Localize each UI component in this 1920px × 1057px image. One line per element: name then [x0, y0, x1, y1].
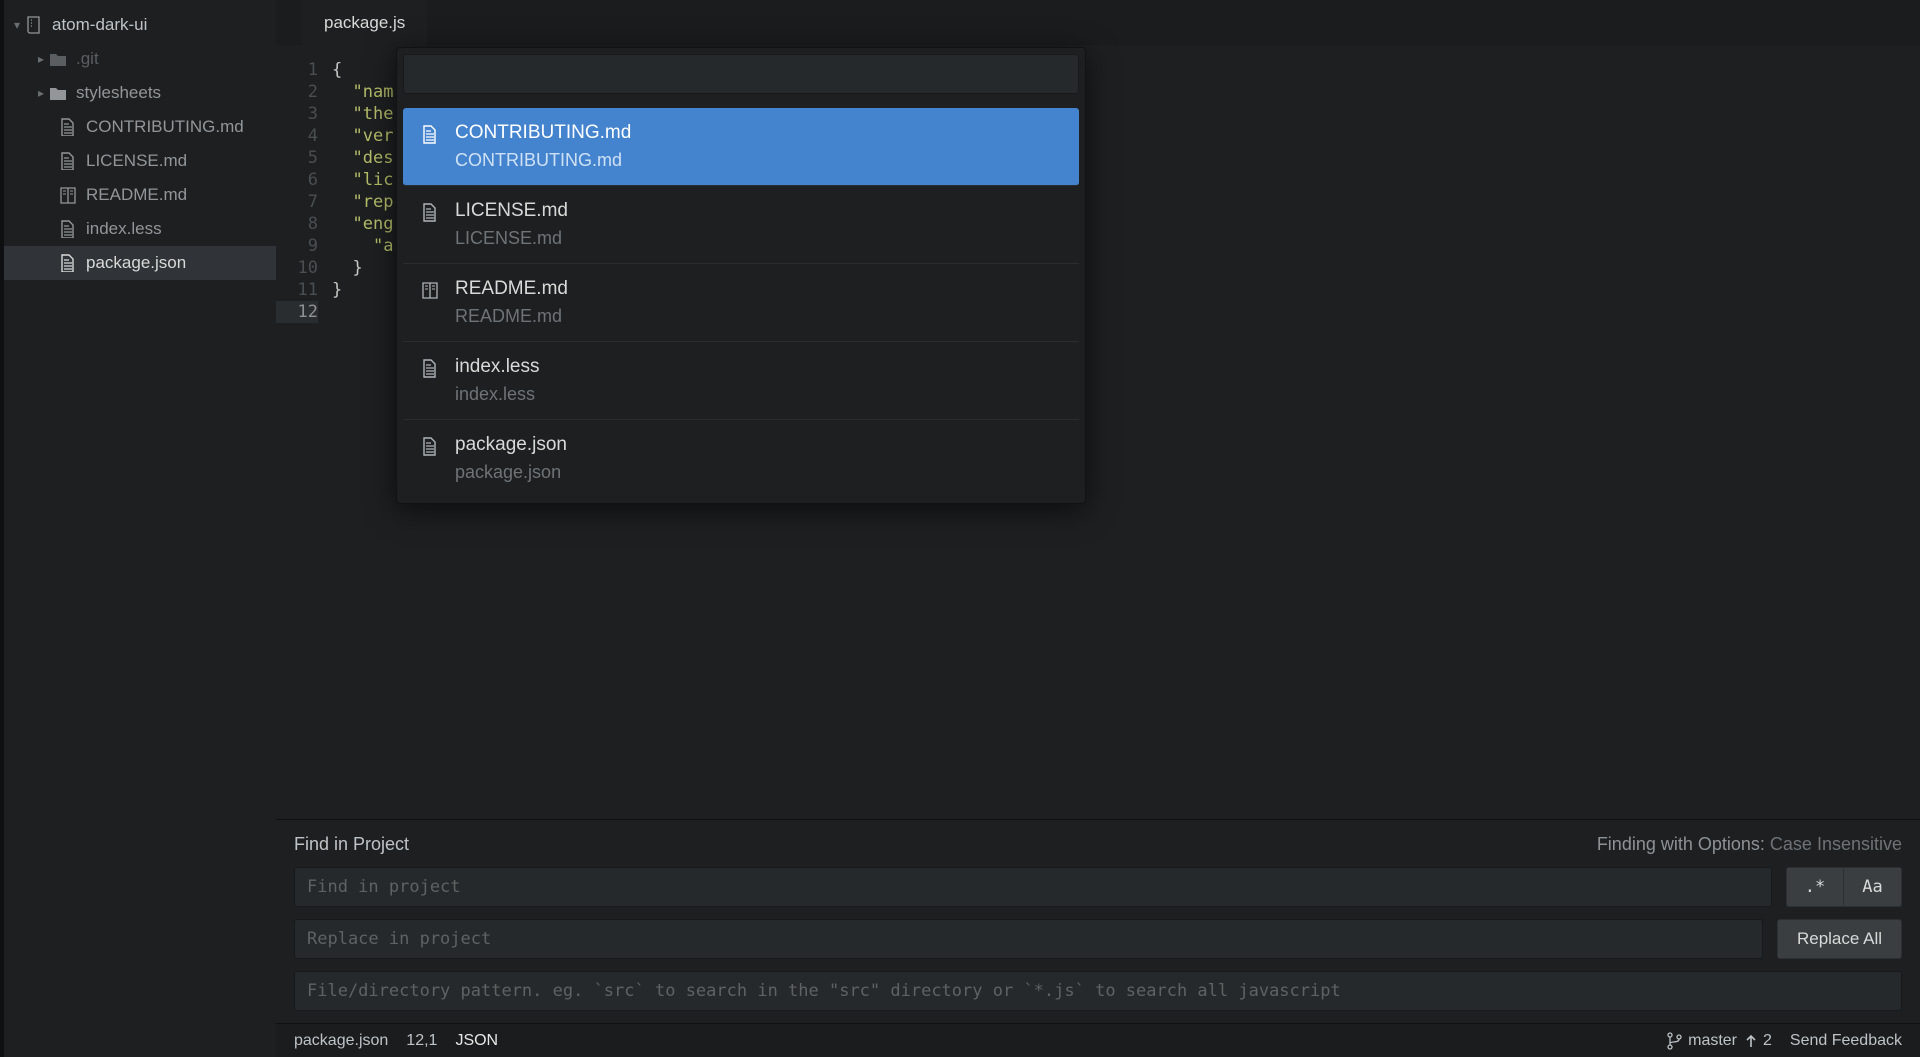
send-feedback-link[interactable]: Send Feedback: [1790, 1032, 1902, 1050]
fuzzy-finder: CONTRIBUTING.md CONTRIBUTING.md LICENSE.md…: [396, 47, 1086, 504]
fuzzy-item-path: LICENSE.md: [455, 228, 568, 249]
line-number: 12: [276, 301, 318, 323]
line-number: 10: [276, 257, 318, 279]
tree-file-label: CONTRIBUTING.md: [86, 117, 244, 137]
repo-icon: [24, 16, 44, 34]
git-branch-name: master: [1688, 1032, 1737, 1050]
tree-folder-stylesheets[interactable]: ▸ stylesheets: [0, 76, 276, 110]
editor-pane: package.js 123456789101112 { "nam "the "…: [276, 0, 1920, 1057]
arrow-up-icon: [1743, 1033, 1757, 1049]
file-icon: [58, 254, 78, 272]
fuzzy-finder-item[interactable]: LICENSE.md LICENSE.md: [403, 186, 1079, 264]
git-branch-icon: [1666, 1032, 1682, 1050]
tree-folder-label: stylesheets: [76, 83, 161, 103]
fuzzy-item-name: index.less: [455, 356, 540, 378]
file-icon: [58, 118, 78, 136]
status-bar: package.json 12,1 JSON master 2 Send Fee…: [276, 1023, 1920, 1057]
tab-bar[interactable]: package.js: [276, 0, 1920, 45]
tree-file-label: LICENSE.md: [86, 151, 187, 171]
line-number: 3: [276, 103, 318, 125]
status-cursor[interactable]: 12,1: [406, 1032, 437, 1050]
replace-input[interactable]: [294, 919, 1763, 959]
line-number: 6: [276, 169, 318, 191]
status-git[interactable]: master 2: [1666, 1032, 1772, 1050]
tree-file[interactable]: README.md: [0, 178, 276, 212]
git-ahead-count: 2: [1763, 1032, 1772, 1050]
chevron-right-icon: ▸: [34, 86, 48, 100]
line-number: 5: [276, 147, 318, 169]
fuzzy-item-path: README.md: [455, 306, 568, 327]
file-icon: [421, 203, 441, 223]
file-icon: [58, 152, 78, 170]
tree-file[interactable]: package.json: [0, 246, 276, 280]
book-icon: [58, 186, 78, 204]
chevron-down-icon: ▾: [10, 18, 24, 32]
file-icon: [421, 359, 441, 379]
find-options-label: Finding with Options: Case Insensitive: [1597, 834, 1902, 855]
gutter: 123456789101112: [276, 45, 332, 819]
tree-folder-git[interactable]: ▸ .git: [0, 42, 276, 76]
fuzzy-item-path: CONTRIBUTING.md: [455, 150, 631, 171]
folder-icon: [48, 50, 68, 68]
file-icon: [421, 437, 441, 457]
file-icon: [58, 220, 78, 238]
tree-resize-handle[interactable]: [0, 0, 4, 1057]
path-pattern-input[interactable]: [294, 971, 1902, 1011]
tab-title: package.js: [324, 13, 405, 33]
folder-icon: [48, 84, 68, 102]
find-input[interactable]: [294, 867, 1772, 907]
fuzzy-finder-item[interactable]: index.less index.less: [403, 342, 1079, 420]
line-number: 1: [276, 59, 318, 81]
find-in-project-panel: Find in Project Finding with Options: Ca…: [276, 819, 1920, 1023]
tree-view[interactable]: ▾ atom-dark-ui ▸ .git ▸ stylesheets CONT…: [0, 0, 276, 1057]
case-toggle-button[interactable]: Aa: [1844, 867, 1902, 907]
tree-root-label: atom-dark-ui: [52, 15, 147, 35]
line-number: 7: [276, 191, 318, 213]
line-number: 11: [276, 279, 318, 301]
file-icon: [421, 125, 441, 145]
tree-file-label: package.json: [86, 253, 186, 273]
tree-file[interactable]: LICENSE.md: [0, 144, 276, 178]
tree-file-label: index.less: [86, 219, 162, 239]
fuzzy-finder-item[interactable]: README.md README.md: [403, 264, 1079, 342]
line-number: 4: [276, 125, 318, 147]
tree-file[interactable]: CONTRIBUTING.md: [0, 110, 276, 144]
fuzzy-finder-item[interactable]: package.json package.json: [403, 420, 1079, 497]
tree-folder-label: .git: [76, 49, 99, 69]
line-number: 9: [276, 235, 318, 257]
status-file[interactable]: package.json: [294, 1032, 388, 1050]
book-icon: [421, 281, 441, 301]
fuzzy-finder-input[interactable]: [403, 54, 1079, 94]
fuzzy-item-name: LICENSE.md: [455, 200, 568, 222]
line-number: 8: [276, 213, 318, 235]
fuzzy-finder-item[interactable]: CONTRIBUTING.md CONTRIBUTING.md: [403, 108, 1079, 186]
tree-root[interactable]: ▾ atom-dark-ui: [0, 8, 276, 42]
find-panel-title: Find in Project: [294, 834, 409, 855]
tree-file[interactable]: index.less: [0, 212, 276, 246]
tab-active[interactable]: package.js: [302, 0, 427, 45]
fuzzy-item-name: CONTRIBUTING.md: [455, 122, 631, 144]
fuzzy-item-name: README.md: [455, 278, 568, 300]
tree-file-label: README.md: [86, 185, 187, 205]
fuzzy-item-path: index.less: [455, 384, 540, 405]
regex-toggle-button[interactable]: .*: [1786, 867, 1844, 907]
line-number: 2: [276, 81, 318, 103]
chevron-right-icon: ▸: [34, 52, 48, 66]
status-grammar[interactable]: JSON: [455, 1032, 498, 1050]
fuzzy-item-path: package.json: [455, 462, 567, 483]
replace-all-button[interactable]: Replace All: [1777, 919, 1902, 959]
fuzzy-item-name: package.json: [455, 434, 567, 456]
